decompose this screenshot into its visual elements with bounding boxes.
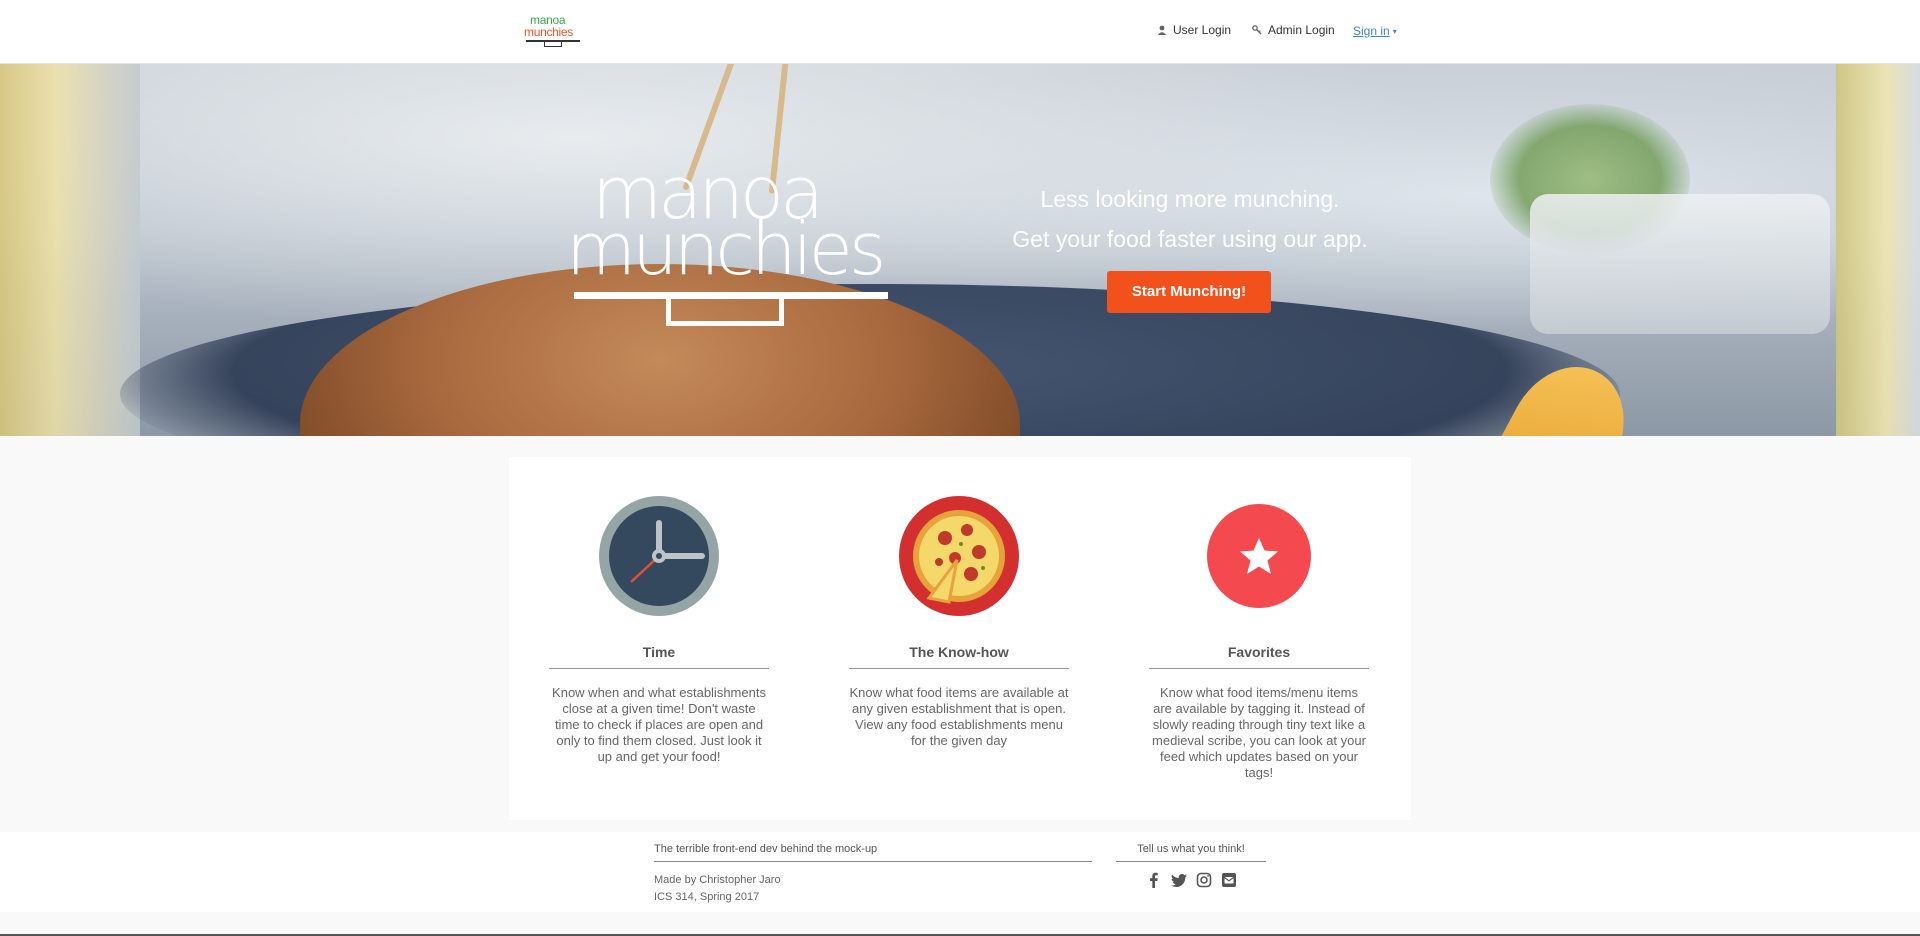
hero-bg-sauce-bowl [1530,194,1830,334]
chevron-down-icon: ▾ [1392,27,1397,36]
feature-favorites: Favorites Know what food items/menu item… [1149,457,1369,820]
footer: The terrible front-end dev behind the mo… [0,832,1920,912]
user-login-link[interactable]: User Login [1157,23,1231,37]
feature-description: Know what food items/menu items are avai… [1152,685,1366,780]
key-icon [1252,25,1262,35]
hero-banner: manoa munchies Less looking more munchin… [0,64,1920,436]
top-navbar: manoa munchies User Login Admin Login Si… [0,0,1920,64]
feature-divider [549,668,769,669]
footer-divider [654,861,1092,862]
footer-divider [1116,861,1266,862]
user-icon [1157,25,1167,35]
feature-time: Time Know when and what establishments c… [549,457,769,820]
hero-logo-tray-box [666,298,784,326]
features-card: Time Know when and what establishments c… [509,457,1411,820]
logo-tray-box [544,41,562,47]
hero-bg-glass-left [0,64,140,436]
feature-title: The Know-how [909,644,1009,660]
footer-dev-heading: The terrible front-end dev behind the mo… [654,843,878,855]
hero-tagline-1: Less looking more munching. [1040,186,1340,212]
feature-divider [1149,668,1369,669]
hero-tagline-2: Get your food faster using our app. [1012,226,1368,252]
feature-divider [849,668,1069,669]
pizza-icon [899,496,1019,616]
star-icon [1207,504,1311,608]
hero-logo-word-munchies: munchies [566,207,886,291]
sign-in-label: Sign in [1353,24,1390,38]
user-login-label: User Login [1173,23,1232,37]
clock-icon [599,496,719,616]
sign-in-dropdown[interactable]: Sign in ▾ [1353,24,1397,38]
footer-made-by: Made by Christopher Jaro [654,874,781,886]
hero-bg-glass-right [1836,64,1920,436]
logo-word-munchies: munchies [524,25,573,39]
admin-login-label: Admin Login [1268,23,1335,37]
admin-login-link[interactable]: Admin Login [1252,23,1335,37]
page-bottom-strip [0,912,1920,936]
start-munching-button[interactable]: Start Munching! [1107,271,1271,313]
email-icon[interactable] [1221,872,1237,888]
footer-feedback-heading: Tell us what you think! [1137,843,1245,855]
instagram-icon[interactable] [1196,872,1212,888]
footer-course: ICS 314, Spring 2017 [654,891,760,903]
feature-description: Know what food items are available at an… [849,685,1069,748]
hero-logo: manoa munchies [566,157,896,357]
navbar-logo[interactable]: manoa munchies [524,14,584,48]
feature-title: Favorites [1227,644,1291,660]
feature-description: Know when and what establishments close … [552,685,766,764]
facebook-icon[interactable] [1146,872,1162,888]
feature-know-how: The Know-how Know what food items are av… [849,457,1069,820]
twitter-icon[interactable] [1171,872,1187,888]
feature-title: Time [642,644,676,660]
social-links [1146,872,1237,888]
